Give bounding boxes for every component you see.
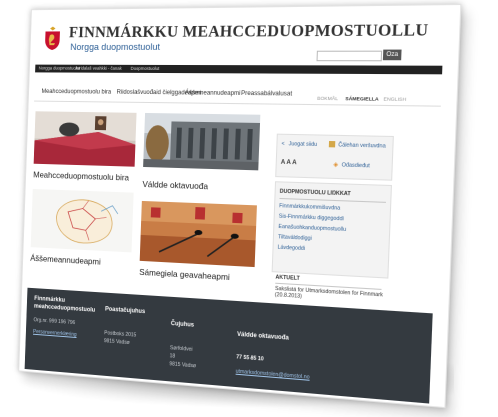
share-icon[interactable]: < [281, 141, 284, 147]
top-link[interactable]: Duopmostuolut [131, 66, 160, 71]
courtroom-microphones-image [140, 201, 257, 267]
court-link[interactable]: Sis-Finnmárkku diggegoddi [279, 213, 344, 222]
perspective-wrapper: FINNMÁRKKU MEAHCCEDUOPMOSTUOLLU Norgga d… [0, 0, 498, 417]
tools-box: < Juogat siidu Čálehan veršuvdna A A A ◈… [275, 134, 394, 181]
footer-org-title: Finnmárkku [34, 296, 65, 304]
rss-link[interactable]: Ođasdieđut [342, 162, 370, 169]
nav-item[interactable]: Áššemeannudeapmi [185, 89, 241, 97]
footer-org-number: Org.nr. 999 196 796 [33, 317, 75, 326]
footer-org-title-2: meahcceduopmostuolu [34, 304, 95, 314]
footer-postal-title: Poastačujuhus [105, 307, 145, 316]
court-building-image [143, 113, 260, 170]
tile-caption-case-handling[interactable]: Áššemeannudeapmi [30, 253, 101, 267]
footer-privacy-link[interactable]: Personvernerklæring [33, 329, 77, 338]
footer-address-title: Čujuhus [171, 321, 194, 329]
footer-email-link[interactable]: utmarksdomstolen@domstol.no [236, 369, 310, 381]
print-icon[interactable] [329, 141, 336, 147]
news-title: AKTUELT [275, 274, 300, 282]
site-subtitle: Norgga duopmostuolut [70, 42, 160, 53]
footer-address-line: Sørfoldvei [170, 345, 193, 353]
tile-image-sami-language[interactable] [140, 201, 257, 267]
site-title[interactable]: FINNMÁRKKU MEAHCCEDUOPMOSTUOLLU [69, 22, 429, 43]
court-link[interactable]: Tiltaváldodiggi [278, 234, 312, 242]
tile-image-about[interactable] [34, 111, 137, 166]
tile-image-contact[interactable] [143, 113, 260, 170]
top-link[interactable]: Juridalaš veahkki - čanak [75, 66, 122, 71]
share-link[interactable]: Juogat siidu [289, 141, 318, 148]
tile-image-case-handling[interactable] [31, 189, 134, 252]
court-links-divider [279, 198, 386, 203]
footer-address-line: 9815 Vadsø [169, 361, 196, 369]
footer-postal-line: 9815 Vadsø [104, 338, 130, 346]
nav-item[interactable]: Meahcceduopmostuolu bira [41, 88, 111, 96]
language-bokmal[interactable]: BOKMÅL [317, 97, 338, 102]
footer-phone[interactable]: 77 55 85 10 [236, 354, 264, 362]
nav-item[interactable]: Preassabálvalusat [241, 90, 292, 98]
nav-divider [34, 101, 441, 107]
print-link[interactable]: Čálehan veršuvdna [338, 142, 386, 149]
tile-caption-contact[interactable]: Váldde oktavuođa [142, 179, 208, 191]
rss-icon[interactable]: ◈ [333, 161, 338, 168]
footer-postal-line: Postboks 2015 [104, 330, 136, 338]
news-item-date: (20.8.2013) [275, 292, 302, 300]
court-link[interactable]: Lávdegoddi [277, 245, 305, 253]
news-box: AKTUELT Sakslistá for Utmarksdomstolen f… [271, 274, 387, 306]
coat-of-arms-icon[interactable] [43, 26, 62, 51]
font-size-control[interactable]: A A A [281, 160, 297, 167]
search-input[interactable] [316, 51, 382, 62]
tile-caption-sami-language[interactable]: Sámegiela geavaheapmi [139, 267, 230, 282]
top-links-bar: Norgga duopmostuolut Juridalaš veahkki -… [35, 65, 442, 75]
website-page: FINNMÁRKKU MEAHCCEDUOPMOSTUOLLU Norgga d… [18, 4, 461, 408]
footer-contact-title: Váldde oktavuođa [237, 332, 289, 342]
footer-address-line: 18 [170, 353, 176, 359]
finnmark-map-image [31, 189, 134, 252]
search-button[interactable]: Oza [383, 50, 402, 61]
courtroom-desk-image [34, 111, 137, 166]
language-english[interactable]: ENGLISH [383, 97, 406, 103]
court-link[interactable]: Finnmárkkukommišuvdna [279, 203, 340, 212]
court-links-title: DUOPMOSTUOLU LIŊKKAT [280, 189, 351, 198]
language-sami[interactable]: SÁMEGIELLA [345, 97, 379, 103]
court-links-box: DUOPMOSTUOLU LIŊKKAT Finnmárkkukommišuvd… [272, 181, 392, 278]
court-link[interactable]: Eanašuohkanduopmostuollu [278, 224, 346, 233]
tile-caption-about[interactable]: Meahcceduopmostuolu bira [33, 170, 129, 183]
